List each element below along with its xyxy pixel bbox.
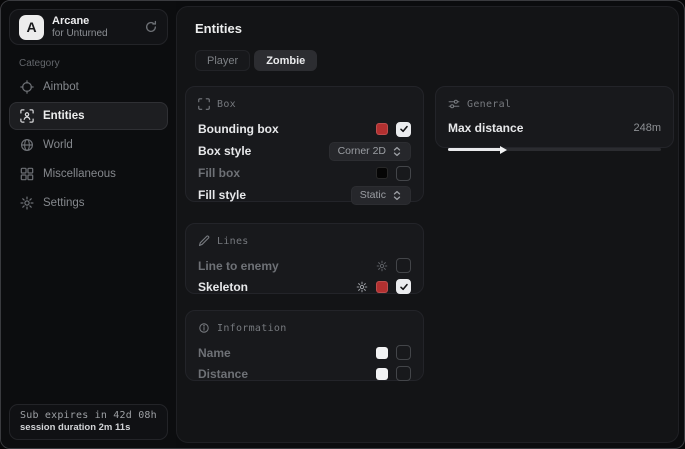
color-swatch[interactable]: [376, 167, 388, 179]
information-card: Information Name Distance: [185, 310, 424, 381]
setting-row-box-style: Box style Corner 2D: [198, 140, 411, 162]
line-settings-gear-icon[interactable]: [356, 281, 368, 293]
chevrons-up-down-icon: [392, 190, 402, 201]
sidebar-item-label: Entities: [43, 110, 85, 122]
sidebar-item-label: Settings: [43, 197, 85, 209]
setting-row-name: Name: [198, 342, 411, 363]
sidebar-nav: Aimbot Entities World Miscellaneous: [9, 73, 168, 217]
max-distance-slider[interactable]: [448, 145, 661, 153]
brand-subtitle: for Unturned: [52, 28, 136, 40]
tab-zombie[interactable]: Zombie: [254, 50, 317, 71]
setting-row-max-distance: Max distance 248m: [448, 118, 661, 138]
crosshair-icon: [20, 80, 34, 94]
setting-label: Line to enemy: [198, 259, 279, 273]
sidebar: A Arcane for Unturned Category Aimbot: [1, 1, 176, 448]
setting-row-bounding-box: Bounding box: [198, 118, 411, 140]
checkbox-unchecked[interactable]: [396, 258, 411, 273]
color-swatch[interactable]: [376, 368, 388, 380]
page-title: Entities: [195, 21, 242, 36]
box-card: Box Bounding box Box style Corner 2D: [185, 86, 424, 202]
select-value: Static: [360, 189, 386, 201]
color-swatch[interactable]: [376, 123, 388, 135]
chevrons-up-down-icon: [392, 146, 402, 157]
refresh-icon[interactable]: [144, 20, 158, 34]
sidebar-item-entities[interactable]: Entities: [9, 102, 168, 130]
brand-initial: A: [26, 19, 36, 35]
slider-fill: [448, 148, 501, 151]
brand-title: Arcane: [52, 15, 136, 28]
sliders-icon: [448, 98, 460, 110]
brand-logo: A: [19, 15, 44, 40]
brand-card: A Arcane for Unturned: [9, 9, 168, 45]
lines-card: Lines Line to enemy Skeleton: [185, 223, 424, 294]
line-settings-gear-icon[interactable]: [376, 260, 388, 272]
color-swatch[interactable]: [376, 347, 388, 359]
sidebar-item-label: Miscellaneous: [43, 168, 116, 180]
globe-icon: [20, 138, 34, 152]
setting-row-line-to-enemy: Line to enemy: [198, 255, 411, 276]
checkbox-unchecked[interactable]: [396, 366, 411, 381]
session-duration-text: session duration 2m 11s: [20, 422, 157, 433]
setting-label: Fill box: [198, 166, 240, 180]
sub-expiry-text: Sub expires in 42d 08h: [20, 410, 157, 421]
setting-label: Box style: [198, 144, 251, 158]
setting-row-fill-style: Fill style Static: [198, 184, 411, 206]
checkbox-unchecked[interactable]: [396, 166, 411, 181]
setting-label: Fill style: [198, 188, 246, 202]
color-swatch[interactable]: [376, 281, 388, 293]
general-card-header: General: [448, 96, 661, 112]
card-title: Information: [217, 323, 287, 334]
setting-label: Skeleton: [198, 280, 248, 294]
information-card-header: Information: [198, 320, 411, 336]
sidebar-item-world[interactable]: World: [9, 131, 168, 159]
subscription-info: Sub expires in 42d 08h session duration …: [9, 404, 168, 440]
scan-frame-icon: [198, 98, 210, 110]
gear-icon: [20, 196, 34, 210]
card-title: Box: [217, 99, 236, 110]
fill-style-select[interactable]: Static: [351, 186, 411, 205]
lines-card-header: Lines: [198, 233, 411, 249]
entity-tabs: Player Zombie: [195, 50, 317, 71]
setting-row-skeleton: Skeleton: [198, 276, 411, 297]
main-panel: Entities Player Zombie Box Bounding box: [176, 6, 679, 443]
select-value: Corner 2D: [338, 145, 386, 157]
setting-label: Distance: [198, 367, 248, 381]
layout-grid-icon: [20, 167, 34, 181]
checkbox-unchecked[interactable]: [396, 345, 411, 360]
scan-person-icon: [20, 109, 34, 123]
setting-label: Max distance: [448, 121, 523, 135]
slider-thumb[interactable]: [500, 146, 507, 154]
pencil-line-icon: [198, 235, 210, 247]
app-window: A Arcane for Unturned Category Aimbot: [0, 0, 685, 449]
category-label: Category: [19, 58, 60, 69]
checkbox-checked[interactable]: [396, 122, 411, 137]
card-title: Lines: [217, 236, 249, 247]
setting-label: Name: [198, 346, 231, 360]
setting-row-distance: Distance: [198, 363, 411, 384]
sidebar-item-settings[interactable]: Settings: [9, 189, 168, 217]
brand-text: Arcane for Unturned: [52, 15, 136, 39]
setting-label: Bounding box: [198, 122, 279, 136]
setting-row-fill-box: Fill box: [198, 162, 411, 184]
tab-player[interactable]: Player: [195, 50, 250, 71]
general-card: General Max distance 248m: [435, 86, 674, 148]
box-style-select[interactable]: Corner 2D: [329, 142, 411, 161]
sidebar-item-miscellaneous[interactable]: Miscellaneous: [9, 160, 168, 188]
sidebar-item-aimbot[interactable]: Aimbot: [9, 73, 168, 101]
card-title: General: [467, 99, 511, 110]
slider-value: 248m: [633, 122, 661, 134]
checkbox-checked[interactable]: [396, 279, 411, 294]
box-card-header: Box: [198, 96, 411, 112]
info-target-icon: [198, 322, 210, 334]
sidebar-item-label: World: [43, 139, 73, 151]
sidebar-item-label: Aimbot: [43, 81, 79, 93]
